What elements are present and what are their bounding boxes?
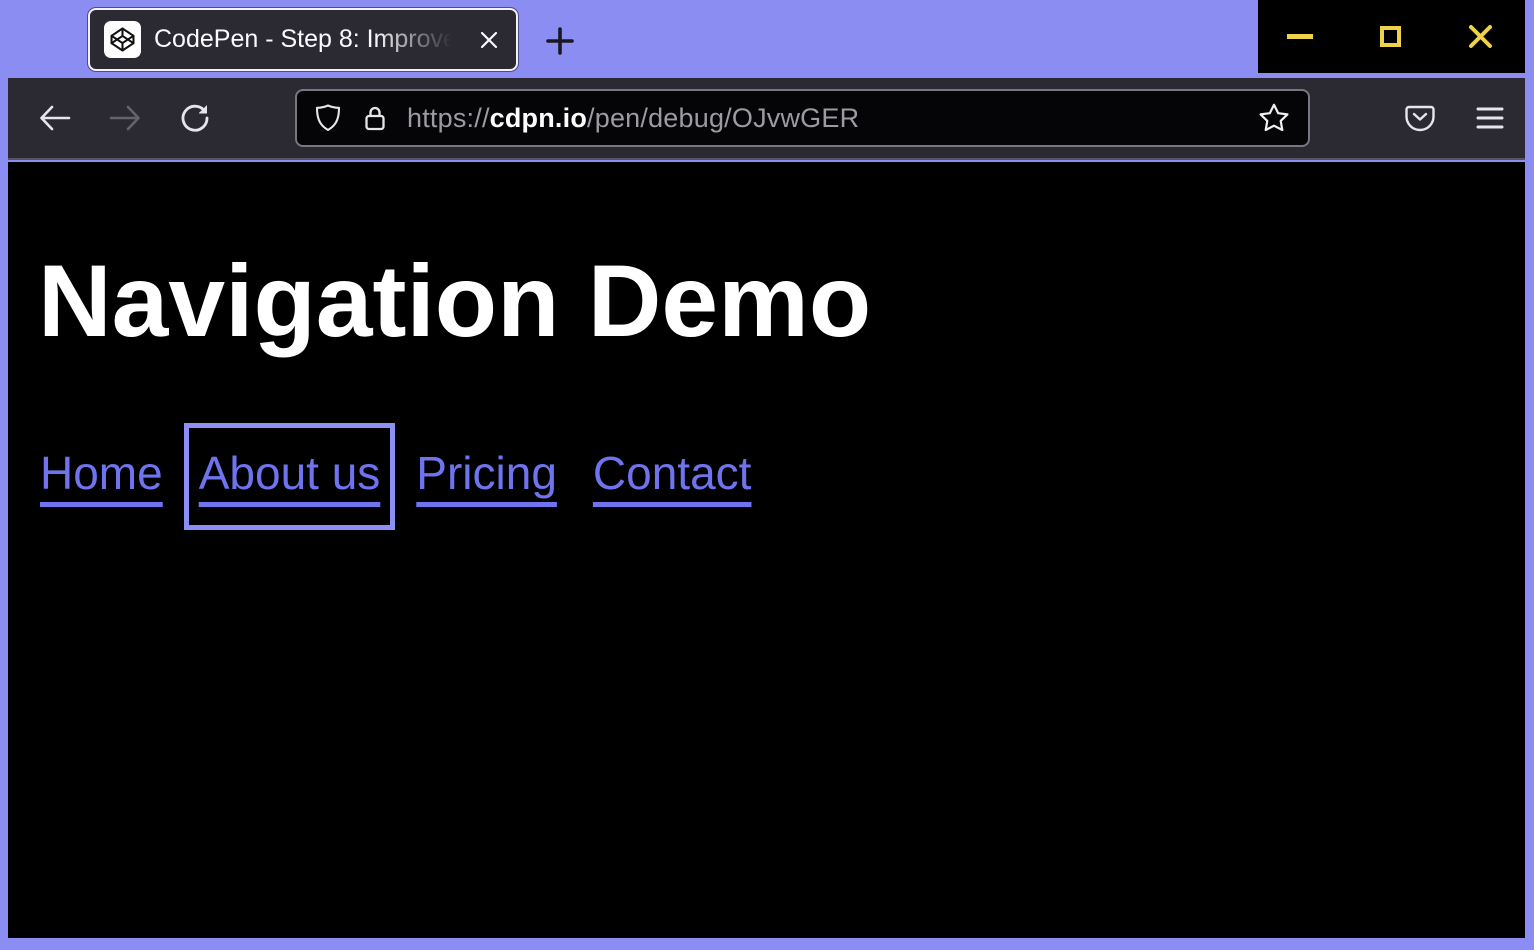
- url-path: /pen/debug/OJvwGER: [587, 103, 859, 133]
- shield-icon[interactable]: [313, 103, 343, 133]
- pocket-button[interactable]: [1399, 97, 1441, 139]
- page-viewport: Navigation Demo Home About us Pricing Co…: [8, 162, 1525, 938]
- nav-link-contact[interactable]: Contact: [591, 436, 754, 517]
- site-navigation: Home About us Pricing Contact: [38, 436, 1525, 517]
- nav-link-about[interactable]: About us: [197, 436, 383, 517]
- close-icon: [1467, 23, 1494, 50]
- codepen-icon: [109, 26, 136, 53]
- reload-icon: [179, 102, 211, 134]
- hamburger-menu-icon: [1475, 105, 1505, 131]
- tab-close-icon[interactable]: [474, 25, 504, 55]
- browser-tab[interactable]: CodePen - Step 8: Improve focu: [88, 8, 518, 71]
- maximize-icon: [1380, 26, 1401, 47]
- nav-link-home[interactable]: Home: [38, 436, 165, 517]
- maximize-button[interactable]: [1368, 15, 1412, 59]
- browser-window: CodePen - Step 8: Improve focu: [0, 0, 1534, 950]
- codepen-favicon: [104, 21, 141, 58]
- minimize-icon: [1287, 34, 1313, 39]
- browser-toolbar: https://cdpn.io/pen/debug/OJvwGER: [8, 78, 1525, 160]
- nav-link-pricing[interactable]: Pricing: [414, 436, 559, 517]
- close-window-button[interactable]: [1458, 15, 1502, 59]
- url-domain: cdpn.io: [490, 103, 587, 133]
- url-text: https://cdpn.io/pen/debug/OJvwGER: [407, 103, 859, 134]
- pocket-icon: [1404, 103, 1436, 133]
- forward-arrow-icon: [109, 104, 141, 132]
- forward-button[interactable]: [104, 97, 146, 139]
- address-bar[interactable]: https://cdpn.io/pen/debug/OJvwGER: [295, 89, 1310, 147]
- plus-icon: [543, 24, 577, 58]
- new-tab-button[interactable]: [538, 19, 582, 63]
- url-scheme: https://: [407, 103, 490, 133]
- tab-title: CodePen - Step 8: Improve focu: [154, 25, 461, 54]
- minimize-button[interactable]: [1278, 15, 1322, 59]
- bookmark-star-button[interactable]: [1254, 98, 1294, 138]
- reload-button[interactable]: [174, 97, 216, 139]
- nav-list: Home About us Pricing Contact: [38, 436, 1525, 517]
- lock-icon[interactable]: [361, 103, 389, 133]
- window-controls: [1258, 0, 1525, 73]
- page-title: Navigation Demo: [38, 248, 1525, 355]
- back-button[interactable]: [34, 97, 76, 139]
- menu-button[interactable]: [1469, 97, 1511, 139]
- titlebar: CodePen - Step 8: Improve focu: [0, 0, 1534, 78]
- back-arrow-icon: [39, 104, 71, 132]
